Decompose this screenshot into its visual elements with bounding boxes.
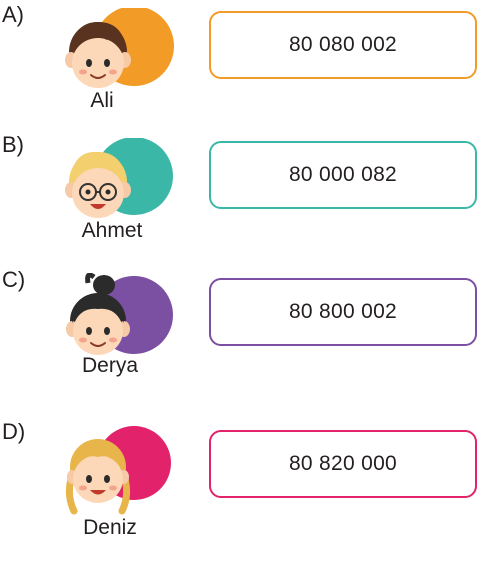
child-name: Ali <box>90 89 114 112</box>
answer-box: 80 820 000 <box>209 430 477 498</box>
option-d[interactable]: D) Deniz 80 820 000 <box>0 419 489 561</box>
option-letter: C) <box>2 267 26 292</box>
option-letter: B) <box>2 132 24 157</box>
answer-box: 80 000 082 <box>209 141 477 209</box>
child-name: Deniz <box>83 516 137 539</box>
number-value: 80 800 002 <box>288 300 398 323</box>
answer-box: 80 800 002 <box>209 278 477 346</box>
option-letter: A) <box>2 2 24 27</box>
answer-box: 80 080 002 <box>209 11 477 79</box>
option-c[interactable]: C) Derya 80 800 002 <box>0 267 489 409</box>
option-b[interactable]: B) Ahmet 80 000 082 <box>0 132 489 274</box>
number-value: 80 000 082 <box>288 163 398 186</box>
number-value: 80 080 002 <box>288 33 398 56</box>
number-value: 80 820 000 <box>288 452 398 475</box>
option-letter: D) <box>2 419 26 444</box>
option-a[interactable]: A) Ali 80 080 002 <box>0 2 489 144</box>
child-name: Derya <box>81 354 139 377</box>
girl-avatar-deniz <box>58 425 182 521</box>
child-name: Ahmet <box>81 219 143 242</box>
